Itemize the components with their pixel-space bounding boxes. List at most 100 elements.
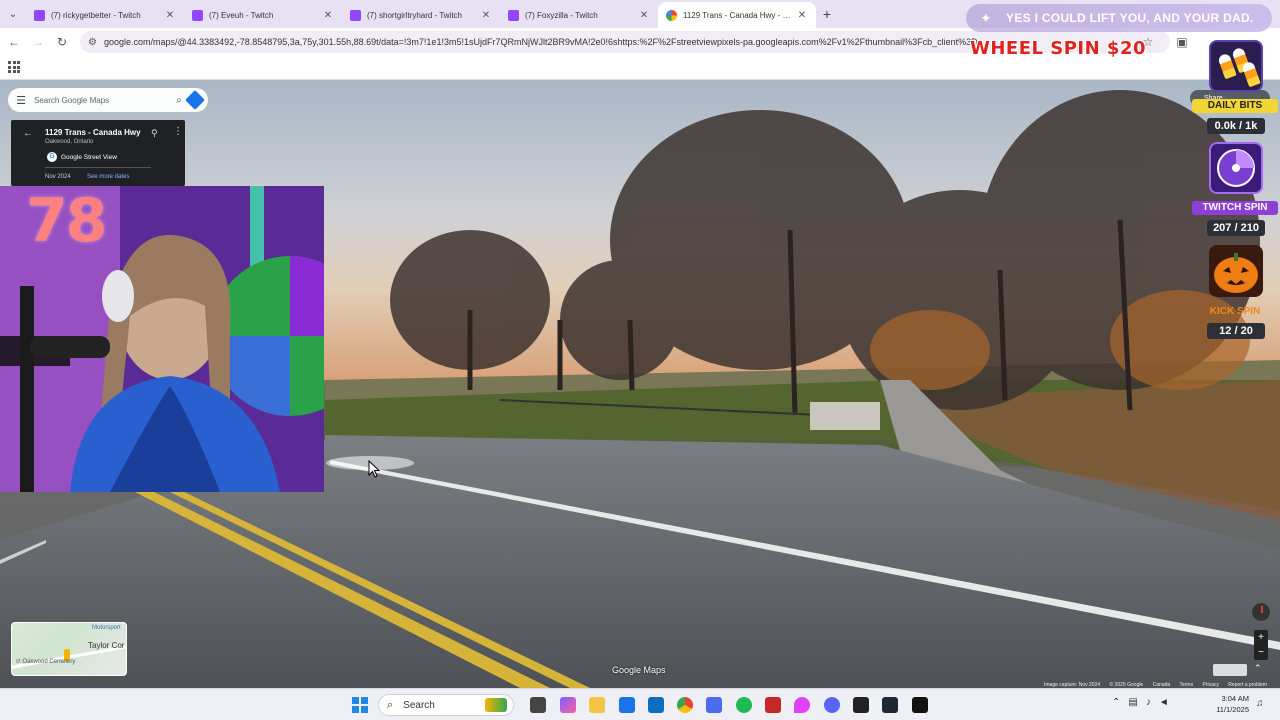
search-icon: ⌕: [387, 698, 394, 711]
banner-text: YES I COULD LIFT YOU, AND YOUR DAD.: [1006, 11, 1254, 25]
bookmarks-bar: [0, 56, 1280, 80]
google-maps-icon: [666, 9, 677, 21]
capture-date: Nov 2024: [45, 174, 71, 180]
task-view-icon[interactable]: [530, 697, 546, 713]
minimap[interactable]: Motorsport Taylor Cor st Oakwood Cemeter…: [11, 622, 127, 676]
taskbar-search-label: Search: [403, 699, 435, 711]
close-tab-icon[interactable]: ✕: [638, 10, 650, 21]
back-arrow-icon[interactable]: ←: [2, 30, 26, 54]
windows-taskbar: ⌕ Search ⌃ ▤ ♪ ◄ 3:04 AM 11/1/2025 ♫: [0, 688, 1280, 720]
daily-bits-label: DAILY BITS: [1192, 99, 1278, 113]
pumpkin-icon: [1209, 245, 1263, 297]
zoom-controls[interactable]: + −: [1254, 630, 1268, 660]
tab-title: (7) Eveuh - Twitch: [209, 10, 274, 20]
app-icon[interactable]: [912, 697, 928, 713]
browser-tab[interactable]: (7) Eveuh - Twitch ✕: [184, 2, 342, 28]
app-icon[interactable]: [706, 697, 722, 713]
minimap-label: Taylor Cor: [88, 641, 125, 650]
see-more-dates-link[interactable]: See more dates: [87, 174, 129, 180]
browser-tab[interactable]: (7) Foxyzilla - Twitch ✕: [500, 2, 658, 28]
more-options-icon[interactable]: ⋮: [173, 126, 183, 137]
steam-icon[interactable]: [882, 697, 898, 713]
street-view-source: G Google Street View: [47, 152, 117, 162]
menu-icon[interactable]: ☰: [8, 94, 34, 107]
store-icon[interactable]: [619, 697, 635, 713]
microphone-icon[interactable]: ♪: [1146, 697, 1151, 708]
tab-title: (7) rickygetbetter - Twitch: [51, 10, 141, 20]
kick-spin-label: KICK SPIN: [1209, 306, 1261, 317]
browser-tab-active[interactable]: 1129 Trans - Canada Hwy - Goo ✕: [658, 2, 816, 28]
tab-search-chevron-icon[interactable]: ⌄: [0, 0, 26, 28]
discord-icon[interactable]: [824, 697, 840, 713]
close-tab-icon[interactable]: ✕: [164, 10, 176, 21]
stream-counter: 78: [26, 186, 107, 256]
minimap-label: Motorsport: [92, 625, 121, 631]
mouse-cursor-icon: [368, 460, 380, 478]
search-highlight-icon: [485, 698, 507, 712]
minimap-label: st Oakwood Cemetery: [16, 659, 76, 665]
zoom-out-icon[interactable]: −: [1258, 647, 1264, 658]
google-maps-brand: Google Maps: [612, 665, 666, 675]
zoom-in-icon[interactable]: +: [1258, 632, 1264, 643]
tab-title: (7) Foxyzilla - Twitch: [525, 10, 598, 20]
apps-grid-icon[interactable]: [8, 61, 20, 73]
app-icon[interactable]: [853, 697, 869, 713]
taskbar-search[interactable]: ⌕ Search: [378, 694, 514, 716]
new-tab-button[interactable]: +: [816, 6, 838, 22]
outlook-icon[interactable]: [648, 697, 664, 713]
file-explorer-icon[interactable]: [589, 697, 605, 713]
twitch-spin-wheel-icon: [1209, 142, 1263, 194]
place-city: Oakwood, Ontario: [45, 139, 94, 145]
maps-search-box[interactable]: ☰ Search Google Maps ⌕: [8, 88, 208, 112]
back-arrow-icon[interactable]: ←: [23, 128, 33, 139]
chevron-up-icon[interactable]: ⌃: [1112, 697, 1120, 708]
twitch-spin-label: TWITCH SPIN: [1192, 201, 1278, 215]
clock-time: 3:04 AM: [1221, 694, 1249, 703]
tab-title: (7) shortgirltryhard - Twitch: [367, 10, 462, 20]
google-icon: G: [47, 152, 57, 162]
search-input[interactable]: Search Google Maps: [34, 96, 170, 105]
street-view-place-card: ← 1129 Trans - Canada Hwy Oakwood, Ontar…: [11, 120, 185, 186]
app-icon[interactable]: [765, 697, 781, 713]
copilot-icon[interactable]: [560, 697, 576, 713]
url-text: google.com/maps/@44.3383492,-78.8548795,…: [103, 37, 978, 47]
spotify-icon[interactable]: [736, 697, 752, 713]
wheel-spin-label: WHEEL SPIN $20: [970, 38, 1147, 59]
notification-bell-icon[interactable]: ♫: [1256, 698, 1264, 709]
expand-map-icon[interactable]: ⛶: [14, 660, 20, 671]
system-tray: ⌃ ▤ ♪ ◄: [1112, 697, 1169, 708]
candy-corn-icon: [1209, 40, 1263, 92]
chrome-icon[interactable]: [677, 697, 693, 713]
kick-spin-count: 12 / 20: [1207, 323, 1265, 339]
source-label: Google Street View: [61, 153, 117, 161]
directions-icon[interactable]: [185, 90, 205, 110]
site-info-icon[interactable]: ⚙: [88, 37, 97, 48]
close-tab-icon[interactable]: ✕: [322, 10, 334, 21]
browser-tab[interactable]: (7) rickygetbetter - Twitch ✕: [26, 2, 184, 28]
compass-icon[interactable]: [1251, 602, 1271, 622]
location-pin-icon[interactable]: ⚲: [151, 128, 158, 139]
chevron-up-icon[interactable]: ⌃: [1254, 663, 1262, 674]
browser-tab[interactable]: (7) shortgirltryhard - Twitch ✕: [342, 2, 500, 28]
forward-arrow-icon[interactable]: →: [26, 30, 50, 54]
stream-chat-banner: ✦ YES I COULD LIFT YOU, AND YOUR DAD.: [966, 4, 1272, 32]
divider: [45, 167, 151, 168]
twitch-icon: [508, 9, 519, 21]
maps-pin-icon[interactable]: [794, 697, 810, 713]
taskbar-clock[interactable]: 3:04 AM 11/1/2025: [1213, 693, 1249, 715]
twitch-icon: [350, 9, 361, 21]
tab-title: 1129 Trans - Canada Hwy - Goo: [683, 10, 796, 20]
layers-icon[interactable]: [1213, 664, 1247, 676]
twitch-icon: [192, 9, 203, 21]
place-name: 1129 Trans - Canada Hwy: [45, 128, 141, 137]
windows-start-icon[interactable]: [352, 697, 368, 713]
close-tab-icon[interactable]: ✕: [796, 10, 808, 21]
twitch-spin-count: 207 / 210: [1207, 220, 1265, 236]
network-icon[interactable]: ▤: [1128, 697, 1137, 708]
twitch-icon: [34, 9, 45, 21]
extensions-icon[interactable]: ▣: [1170, 30, 1194, 54]
volume-icon[interactable]: ◄: [1159, 697, 1169, 708]
close-tab-icon[interactable]: ✕: [480, 10, 492, 21]
daily-bits-count: 0.0k / 1k: [1207, 118, 1265, 134]
reload-icon[interactable]: ↻: [50, 30, 74, 54]
